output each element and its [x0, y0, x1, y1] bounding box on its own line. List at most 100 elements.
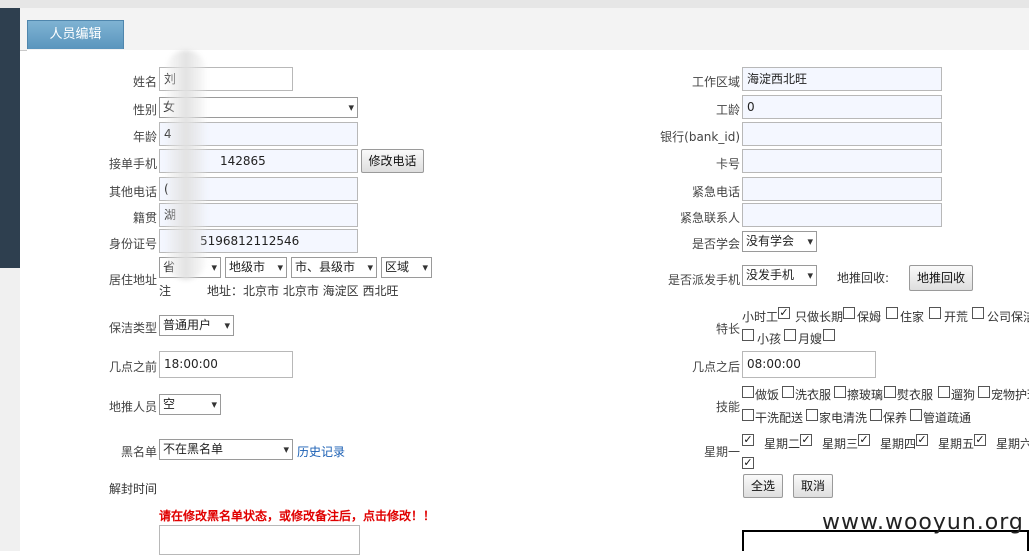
skill-checkbox[interactable] [742, 409, 754, 421]
skill-option-label: 家电清洗 [819, 411, 868, 425]
tab-strip [20, 8, 1029, 51]
before-time-input[interactable]: 18:00:00 [159, 351, 293, 378]
left-sidebar-dark [0, 8, 20, 268]
promoter-select[interactable]: 空 [159, 394, 221, 415]
phone-label: 接单手机 [108, 157, 157, 171]
before-time-label: 几点之前 [108, 360, 157, 374]
work-area-label: 工作区域 [691, 75, 740, 89]
specialty-option-label: 小时工 [742, 310, 779, 324]
weekday-checkbox[interactable]: ✓ [800, 434, 812, 446]
specialty-label: 特长 [715, 322, 740, 336]
specialty-option-label: 开荒 [944, 310, 969, 324]
seniority-input[interactable]: 0 [742, 95, 942, 119]
specialty-option-label: 小孩 [757, 332, 782, 346]
skill-checkbox[interactable] [834, 386, 846, 398]
after-time-input[interactable]: 08:00:00 [742, 351, 876, 378]
weekday-label: 星期四 [880, 437, 917, 451]
address-note: 地址：北京市 北京市 海淀区 西北旺 [207, 284, 399, 298]
skills-label: 技能 [715, 400, 740, 414]
native-place-label: 籍贯 [132, 211, 157, 225]
specialty-checkbox[interactable] [886, 307, 898, 319]
dispatch-phone-select[interactable]: 没发手机 [742, 265, 817, 286]
after-time-label: 几点之后 [691, 360, 740, 374]
weekday-label: 星期六 [996, 437, 1029, 451]
work-area-input[interactable]: 海淀西北旺 [742, 67, 942, 91]
weekday-label: 星期五 [938, 437, 975, 451]
weekday-checkbox[interactable]: ✓ [916, 434, 928, 446]
select-all-button[interactable]: 全选 [743, 474, 783, 498]
warning-text: 请在修改黑名单状态，或修改备注后，点击修改！！ [159, 509, 436, 523]
specialty-checkbox[interactable] [784, 329, 796, 341]
skill-option-label: 熨衣服 [897, 388, 934, 402]
county-select[interactable]: 市、县级市 [291, 257, 377, 278]
change-phone-button[interactable]: 修改电话 [361, 149, 424, 173]
recycle-button[interactable]: 地推回收 [909, 265, 973, 291]
blacklist-label: 黑名单 [120, 445, 157, 459]
specialty-checkbox[interactable] [972, 307, 984, 319]
card-input[interactable] [742, 149, 942, 173]
seniority-label: 工龄 [715, 103, 740, 117]
specialty-option-label: 保姆 [857, 310, 882, 324]
skill-option-label: 擦玻璃 [847, 388, 884, 402]
cancel-button[interactable]: 取消 [793, 474, 833, 498]
specialty-checkbox[interactable] [823, 329, 835, 341]
skill-option-label: 做饭 [755, 388, 780, 402]
skill-checkbox[interactable] [806, 409, 818, 421]
skill-checkbox[interactable] [884, 386, 896, 398]
dispatch-phone-label: 是否派发手机 [667, 273, 740, 287]
specialty-checkbox[interactable]: ✓ [778, 307, 790, 319]
district-select[interactable]: 区域 [381, 257, 432, 278]
blacklist-select[interactable]: 不在黑名单 [159, 439, 293, 460]
id-card-label: 身份证号 [108, 237, 157, 251]
skill-option-label: 洗衣服 [795, 388, 832, 402]
name-label: 姓名 [132, 75, 157, 89]
tab-person-edit[interactable]: 人员编辑 [27, 20, 124, 49]
weekday-checkbox[interactable]: ✓ [974, 434, 986, 446]
weekday-label: 星期三 [822, 437, 859, 451]
clean-type-select[interactable]: 普通用户 [159, 315, 234, 336]
weekday-label: 星期二 [764, 437, 801, 451]
other-phone-label: 其他电话 [108, 185, 157, 199]
city-select[interactable]: 地级市 [225, 257, 287, 278]
history-link[interactable]: 历史记录 [297, 443, 345, 460]
watermark-text: www.wooyun.org [822, 510, 1024, 535]
skill-checkbox[interactable] [870, 409, 882, 421]
skill-checkbox[interactable] [938, 386, 950, 398]
unban-time-label: 解封时间 [109, 482, 158, 496]
card-label: 卡号 [715, 157, 740, 171]
emergency-phone-label: 紧急电话 [691, 185, 740, 199]
learned-label: 是否学会 [691, 237, 740, 251]
specialty-checkbox[interactable] [843, 307, 855, 319]
skill-option-label: 保养 [883, 411, 908, 425]
specialty-option-label: 只做长期 [795, 310, 844, 324]
skill-checkbox[interactable] [742, 386, 754, 398]
emergency-contact-label: 紧急联系人 [679, 211, 740, 225]
address-label: 居住地址 [108, 273, 157, 287]
week-label: 星期一 [703, 445, 740, 459]
weekday-checkbox[interactable]: ✓ [858, 434, 870, 446]
emergency-contact-input[interactable] [742, 203, 942, 227]
clean-type-label: 保洁类型 [108, 321, 157, 335]
skill-option-label: 宠物护理 [991, 388, 1029, 402]
skill-option-label: 管道疏通 [923, 411, 972, 425]
skill-checkbox[interactable] [978, 386, 990, 398]
skill-option-label: 干洗配送 [755, 411, 804, 425]
learned-select[interactable]: 没有学会 [742, 231, 817, 252]
specialty-option-label: 公司保洁 [987, 310, 1029, 324]
skill-checkbox[interactable] [782, 386, 794, 398]
promoter-label: 地推人员 [108, 400, 157, 414]
bank-label: 银行(bank_id) [660, 130, 740, 144]
weekday-checkbox[interactable]: ✓ [742, 457, 754, 469]
age-label: 年龄 [132, 130, 157, 144]
weekday-checkbox[interactable]: ✓ [742, 434, 754, 446]
skill-checkbox[interactable] [910, 409, 922, 421]
recycle-label: 地推回收: [837, 271, 890, 285]
bank-input[interactable] [742, 122, 942, 146]
gender-label: 性别 [132, 103, 157, 117]
specialty-option-label: 月嫂 [798, 332, 823, 346]
top-bar [0, 0, 1029, 8]
specialty-checkbox[interactable] [742, 329, 754, 341]
specialty-checkbox[interactable] [929, 307, 941, 319]
specialty-option-label: 住家 [900, 310, 925, 324]
emergency-phone-input[interactable] [742, 177, 942, 201]
